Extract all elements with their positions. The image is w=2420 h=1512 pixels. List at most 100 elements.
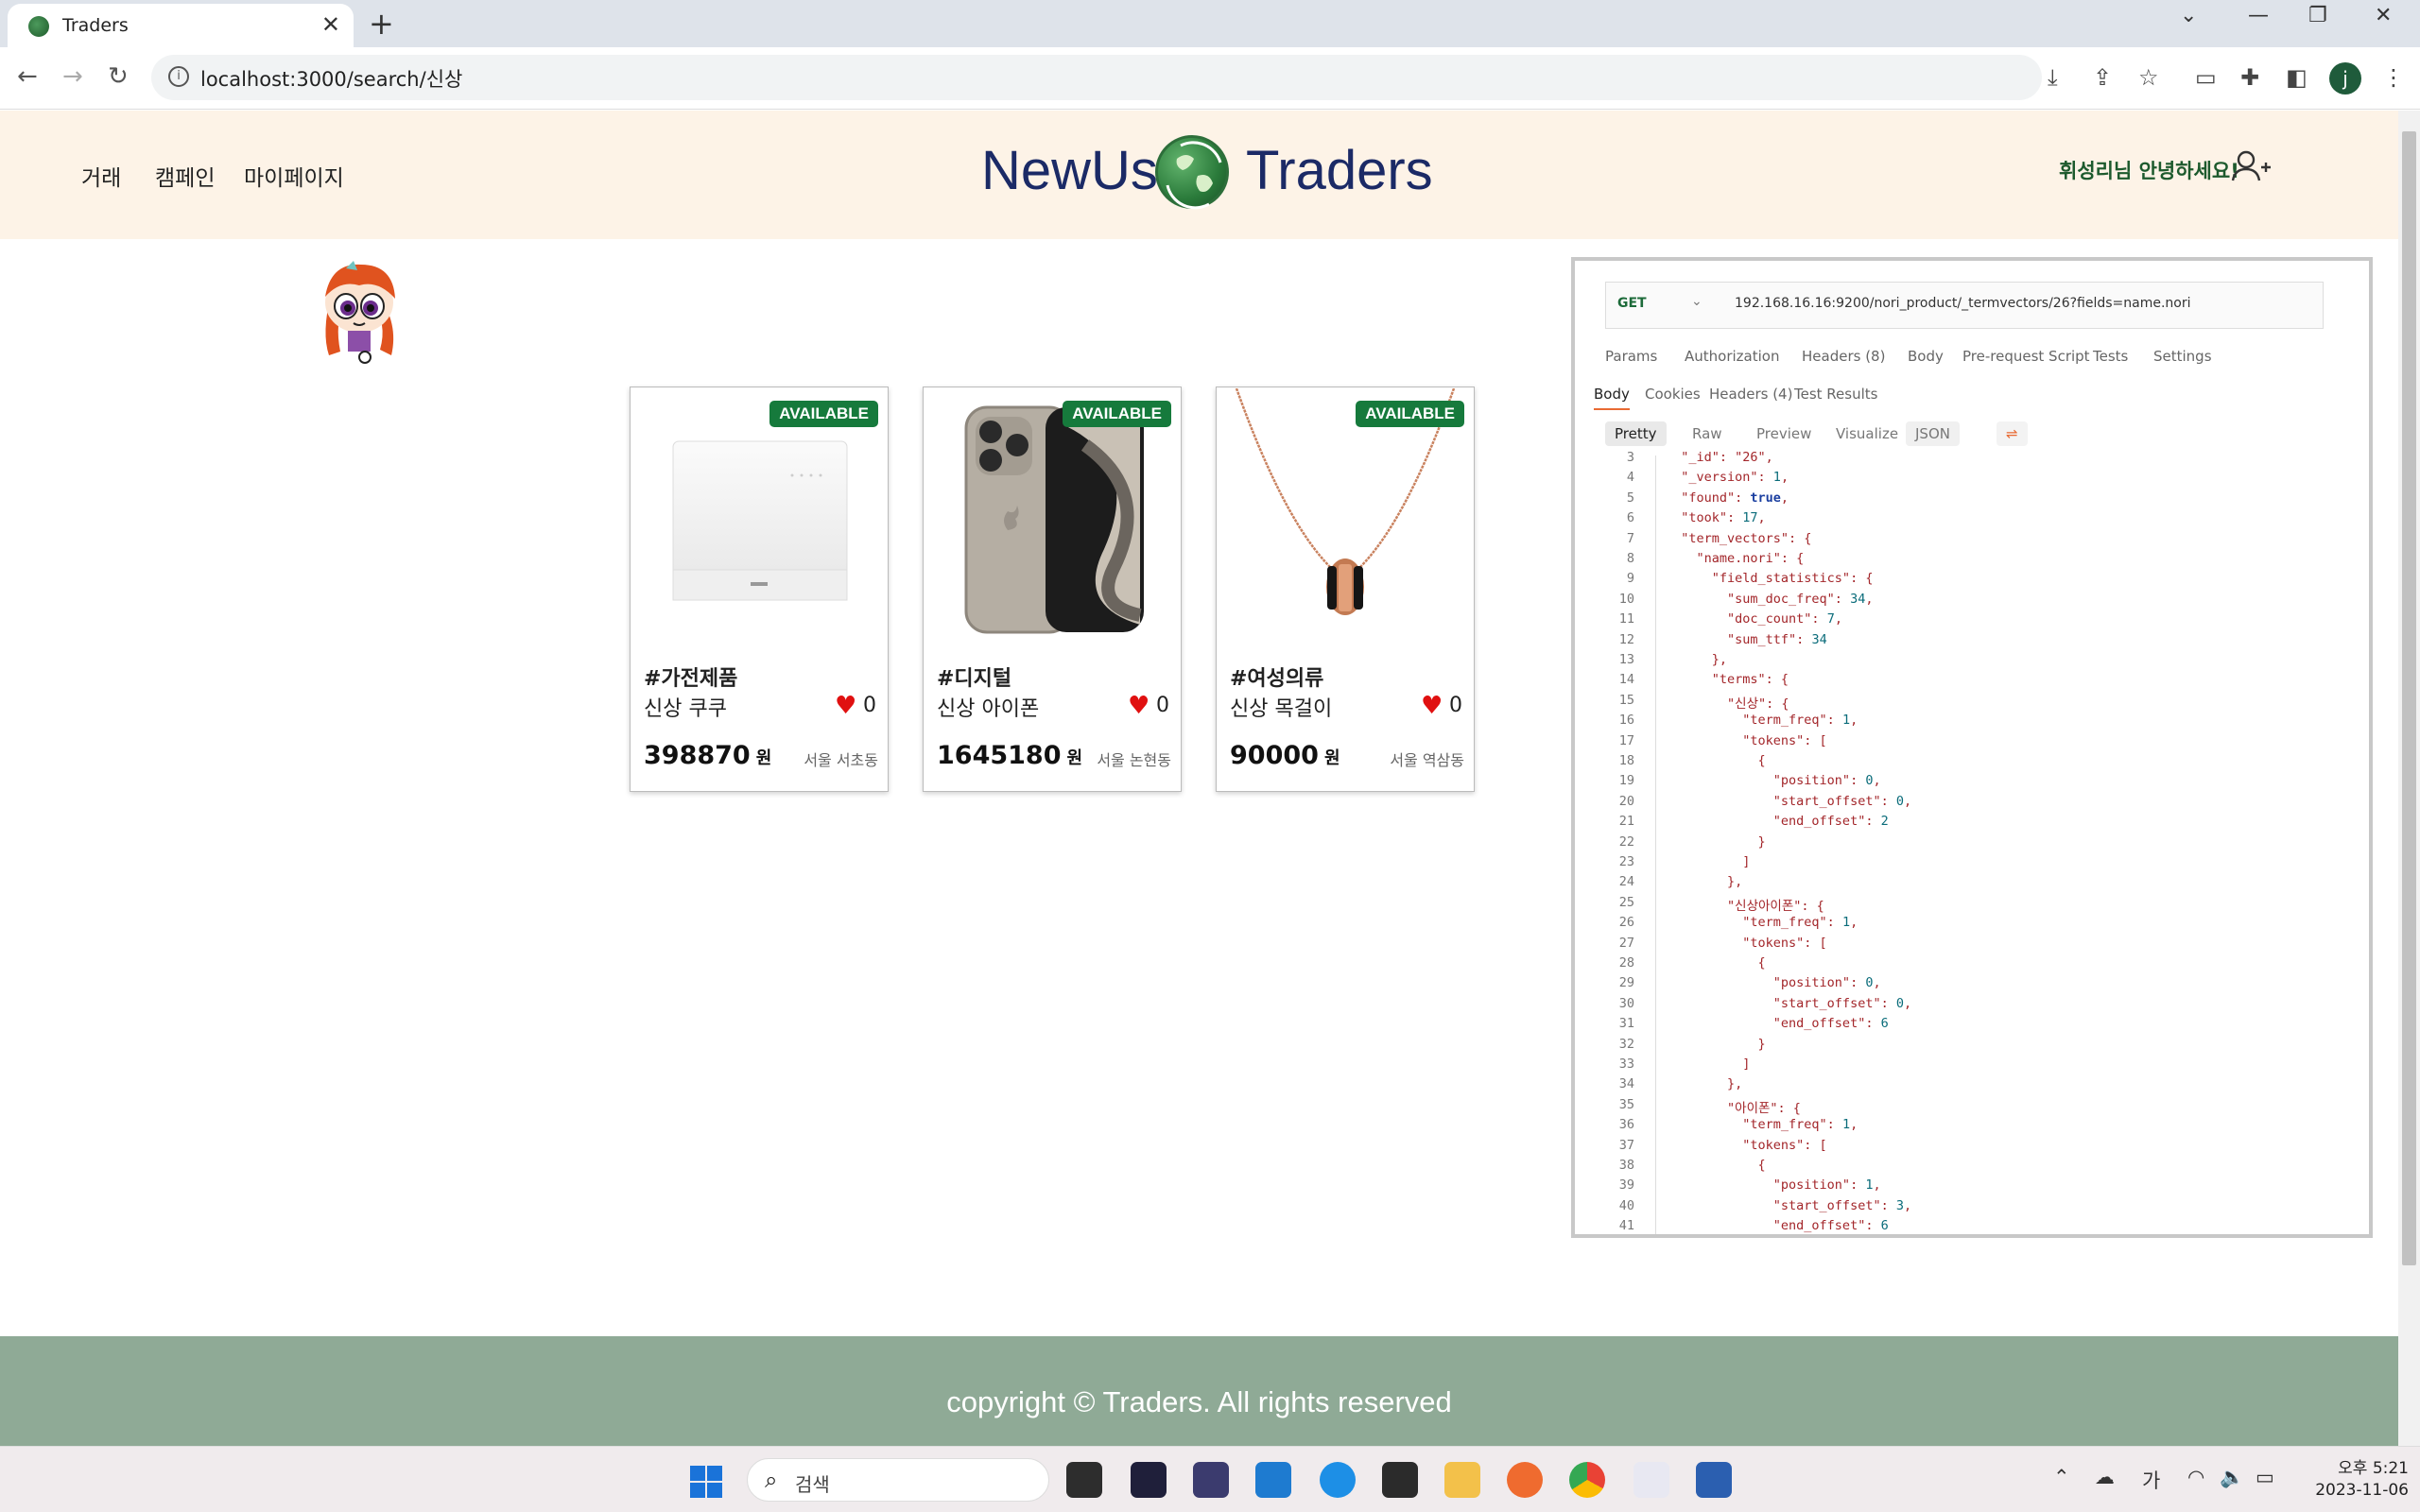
menu-icon[interactable]: ⋮ [2382,64,2405,91]
line-number: 32 [1618,1036,1634,1052]
product-name: 신상 쿠쿠 [644,697,727,721]
nav-trade[interactable]: 거래 [81,160,121,192]
code-line: "tokens": [ [1666,1137,1827,1153]
reload-icon[interactable]: ↻ [108,62,129,91]
battery-icon[interactable]: ▭ [2256,1466,2274,1488]
ime-indicator[interactable]: 가 [2142,1466,2160,1494]
intellij-icon[interactable] [1131,1462,1167,1498]
code-line: "신상": { [1666,696,1789,712]
wifi-icon[interactable]: ◠ [2187,1466,2204,1488]
heart-icon[interactable]: ♥ [835,692,856,720]
format-json: JSON [1906,421,1960,446]
code-line: "term_freq": 1, [1666,713,1858,729]
side-panel-icon[interactable]: ◧ [2286,64,2308,91]
cloud-icon[interactable]: ☁ [2095,1466,2115,1488]
line-number: 14 [1618,672,1634,688]
code-line: "아이폰": { [1666,1100,1801,1116]
user-add-icon[interactable] [2231,150,2271,190]
search-label: 검색 [795,1473,830,1496]
like-count: 0 [863,694,876,717]
code-line: "tokens": [ [1666,935,1827,951]
new-tab-icon[interactable]: + [369,6,394,42]
window-close-icon[interactable]: ✕ [2375,4,2392,27]
status-badge: AVAILABLE [1356,401,1464,427]
nav-mypage[interactable]: 마이페이지 [244,160,344,192]
line-number: 25 [1618,894,1634,910]
code-line: "_version": 1, [1666,470,1789,486]
code-line: "end_offset": 6 [1666,1016,1889,1032]
postman-icon[interactable] [1507,1462,1543,1498]
code-line: "start_offset": 0, [1666,793,1912,809]
product-price: 90000 원 [1230,741,1340,770]
product-location: 서울 논현동 [1097,751,1171,769]
product-card[interactable]: AVAILABLE #가전제품 신상 쿠쿠 ♥ 0 398870 원 서울 서초동 [630,387,889,792]
code-line: "position": 1, [1666,1177,1881,1194]
product-location: 서울 서초동 [804,751,878,769]
url-text: localhost:3000/search/신상 [200,68,463,91]
code-line: "term_freq": 1, [1666,1117,1858,1133]
format-pretty: Pretty [1605,421,1667,446]
profile-avatar[interactable]: j [2329,62,2361,94]
code-line: "start_offset": 0, [1666,995,1912,1011]
product-category: #여성의류 [1230,667,1324,691]
clock-time[interactable]: 오후 5:21 [2305,1454,2409,1478]
restore-icon[interactable]: ❐ [2308,4,2327,27]
line-number: 20 [1618,793,1634,809]
browser-tab[interactable]: Traders ✕ [8,4,354,47]
site-info-icon[interactable]: i [168,66,189,87]
datagrip-icon[interactable] [1193,1462,1229,1498]
scrollbar-thumb[interactable] [2402,131,2416,1265]
cast-icon[interactable]: ▭ [2195,64,2217,91]
page-scrollbar[interactable] [2398,111,2420,1446]
word-icon[interactable] [1696,1462,1732,1498]
extensions-icon[interactable]: ✚ [2240,64,2259,91]
minimize-icon[interactable]: — [2248,4,2269,27]
snipping-tool-icon[interactable] [1634,1462,1669,1498]
volume-icon[interactable]: 🔈 [2220,1466,2244,1489]
heart-icon[interactable]: ♥ [1421,692,1443,720]
windows-start-icon[interactable] [690,1466,722,1498]
chevron-up-icon[interactable]: ⌃ [2053,1466,2070,1488]
heart-icon[interactable]: ♥ [1128,692,1150,720]
code-line: "field_statistics": { [1666,571,1874,587]
address-bar[interactable]: i localhost:3000/search/신상 [151,55,2042,100]
taskbar-search[interactable]: ⌕ 검색 [747,1458,1049,1502]
line-number: 41 [1618,1218,1634,1234]
response-tab-cookies: Cookies [1645,386,1701,403]
file-explorer-icon[interactable] [1444,1462,1480,1498]
request-url: 192.168.16.16:9200/nori_product/_termvec… [1735,296,2191,311]
line-number: 36 [1618,1117,1634,1133]
install-icon[interactable]: ⤓ [2048,64,2058,91]
line-number: 8 [1626,551,1634,566]
greeting-text: 휘성리님 안녕하세요! [2059,160,2239,182]
product-card[interactable]: AVAILABLE #여성의류 신상 목걸이 ♥ 0 90000 원 서울 역삼동 [1216,387,1475,792]
tab-search-icon[interactable]: ⌄ [2180,4,2197,27]
line-number: 7 [1626,530,1634,546]
back-icon[interactable]: ← [17,62,38,91]
vscode-icon[interactable] [1255,1462,1291,1498]
logo-text-left[interactable]: NewUs [981,139,1158,202]
bookmark-star-icon[interactable]: ☆ [2138,64,2159,91]
nav-campaign[interactable]: 캠페인 [155,160,215,192]
code-line: ] [1666,854,1751,869]
forward-icon[interactable]: → [62,62,83,91]
terminal-icon[interactable] [1382,1462,1418,1498]
line-number: 13 [1618,652,1634,667]
line-number: 30 [1618,995,1634,1011]
logo-text-right[interactable]: Traders [1246,139,1433,202]
product-card[interactable]: AVAILABLE #디지털 신상 아이폰 ♥ 0 1645180 원 서울 논현… [923,387,1182,792]
line-number: 18 [1618,753,1634,768]
share-icon[interactable]: ⇪ [2093,64,2112,91]
chrome-icon[interactable] [1569,1462,1605,1498]
line-number: 12 [1618,631,1634,647]
line-number: 4 [1626,470,1634,486]
clock-date[interactable]: 2023-11-06 [2286,1481,2409,1500]
tab-prerequest: Pre-request Script [1962,348,2090,365]
docker-icon[interactable] [1320,1462,1356,1498]
line-gutter: 3 4 5 6 7 8 9 10 11 12 13 14 15 16 17 18 19 20 21 22 23 24 25 2… [1575,450,1656,1234]
globe-logo-icon[interactable] [1155,135,1229,210]
response-tab-body: Body [1594,386,1630,410]
file-app-icon[interactable] [1066,1462,1102,1498]
tab-headers: Headers (8) [1802,348,1886,365]
close-tab-icon[interactable]: ✕ [321,11,340,38]
